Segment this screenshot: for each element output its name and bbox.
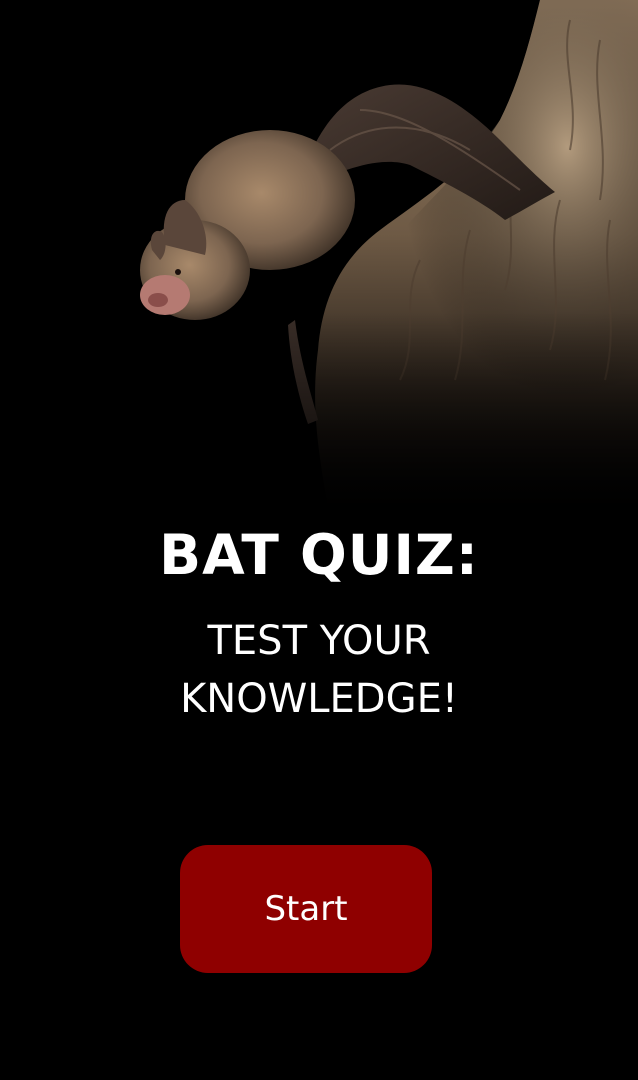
quiz-title: BAT QUIZ: [159,523,479,587]
quiz-subtitle: TEST YOUR KNOWLEDGE! [0,612,638,728]
quiz-subtitle-line2: KNOWLEDGE! [180,676,458,722]
quiz-intro: BAT QUIZ: TEST YOUR KNOWLEDGE! Start [0,0,638,1080]
quiz-subtitle-line1: TEST YOUR [207,618,431,664]
start-button[interactable]: Start [180,845,432,973]
